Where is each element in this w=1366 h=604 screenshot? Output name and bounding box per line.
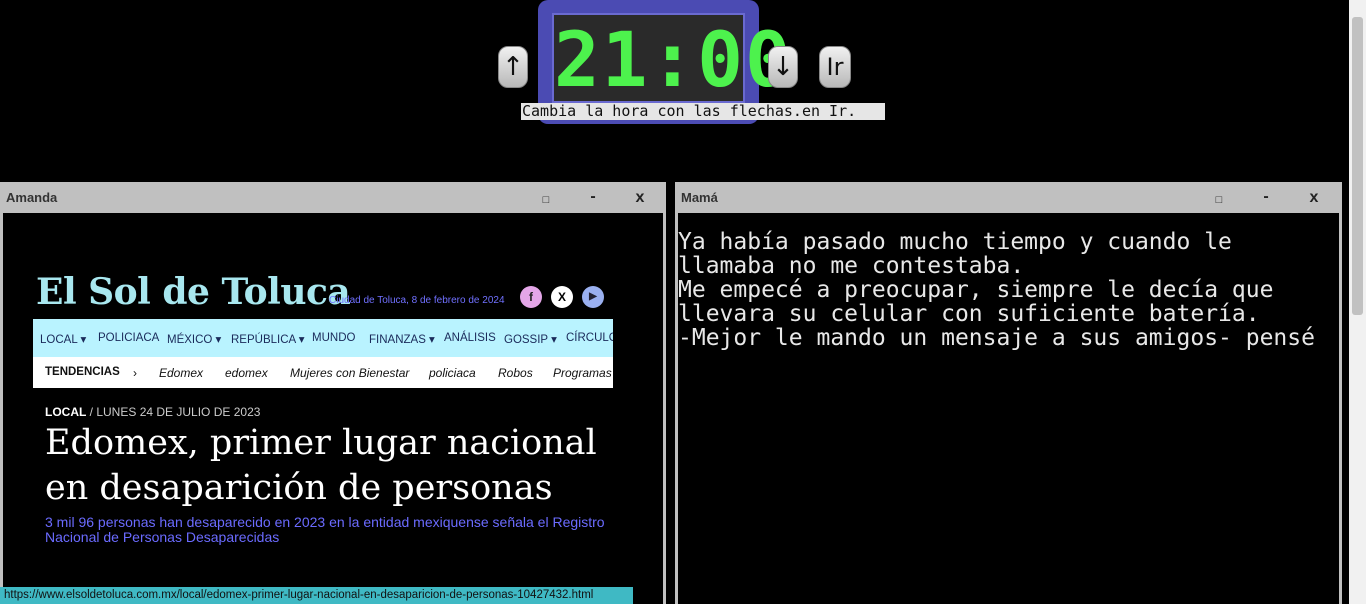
trend-link[interactable]: Edomex bbox=[159, 366, 203, 380]
site-dateline: Ciudad de Toluca, 8 de febrero de 2024 bbox=[329, 295, 505, 306]
minimize-button[interactable]: - bbox=[583, 188, 603, 208]
window-titlebar[interactable]: Mamá □ - x bbox=[675, 182, 1342, 213]
x-twitter-icon[interactable]: X bbox=[551, 286, 573, 308]
trend-link[interactable]: Programas bbox=[553, 366, 612, 380]
youtube-icon[interactable]: ▶ bbox=[582, 286, 604, 308]
chevron-right-icon: › bbox=[133, 366, 137, 380]
nav-item-circulo[interactable]: CÍRCULO bbox=[566, 332, 613, 344]
nav-item-finanzas[interactable]: FINANZAS ▾ bbox=[369, 332, 435, 346]
hour-down-button[interactable]: ↓ bbox=[768, 46, 798, 88]
nav-item-gossip[interactable]: GOSSIP ▾ bbox=[504, 332, 557, 346]
status-url: https://www.elsoldetoluca.com.mx/local/e… bbox=[0, 587, 633, 604]
trend-link[interactable]: policiaca bbox=[429, 366, 476, 380]
story-view: Ya había pasado mucho tiempo y cuando le… bbox=[678, 213, 1339, 604]
nav-item-local[interactable]: LOCAL ▾ bbox=[40, 332, 86, 346]
page-scrollbar[interactable] bbox=[1349, 0, 1366, 604]
article-headline: Edomex, primer lugar nacional en desapar… bbox=[45, 423, 597, 508]
nav-item-mexico[interactable]: MÉXICO ▾ bbox=[167, 332, 221, 346]
maximize-button[interactable]: □ bbox=[536, 188, 556, 208]
clock-hint: Cambia la hora con las flechas.en Ir. bbox=[521, 103, 885, 120]
window-mama: Mamá □ - x Ya había pasado mucho tiempo … bbox=[675, 182, 1342, 604]
window-title: Amanda bbox=[6, 190, 58, 205]
trend-link[interactable]: Robos bbox=[498, 366, 533, 380]
story-text: Ya había pasado mucho tiempo y cuando le… bbox=[678, 229, 1315, 351]
nav-item-mundo[interactable]: MUNDO bbox=[312, 332, 355, 344]
close-button[interactable]: x bbox=[630, 188, 650, 208]
main-nav: LOCAL ▾ POLICIACA MÉXICO ▾ REPÚBLICA ▾ M… bbox=[33, 319, 613, 357]
facebook-icon[interactable]: f bbox=[520, 286, 542, 308]
scrollbar-thumb[interactable] bbox=[1352, 17, 1363, 315]
window-titlebar[interactable]: Amanda □ - x bbox=[0, 182, 666, 213]
window-amanda: Amanda □ - x El Sol de Toluca Ciudad de … bbox=[0, 182, 666, 604]
maximize-button[interactable]: □ bbox=[1209, 188, 1229, 208]
site-logo[interactable]: El Sol de Toluca bbox=[36, 271, 351, 313]
article-date: / LUNES 24 DE JULIO DE 2023 bbox=[89, 405, 261, 419]
nav-item-analisis[interactable]: ANÁLISIS bbox=[444, 332, 496, 344]
trend-link[interactable]: edomex bbox=[225, 366, 268, 380]
browser-view: El Sol de Toluca Ciudad de Toluca, 8 de … bbox=[3, 213, 663, 604]
article-summary: 3 mil 96 personas han desaparecido en 20… bbox=[45, 514, 605, 545]
window-title: Mamá bbox=[681, 190, 718, 205]
trending-bar: TENDENCIAS › Edomex edomex Mujeres con B… bbox=[33, 357, 613, 388]
article-kicker: LOCAL / LUNES 24 DE JULIO DE 2023 bbox=[45, 405, 260, 419]
trend-link[interactable]: Mujeres con Bienestar bbox=[290, 366, 409, 380]
nav-item-policiaca[interactable]: POLICIACA bbox=[98, 332, 159, 344]
close-button[interactable]: x bbox=[1304, 188, 1324, 208]
nav-item-republica[interactable]: REPÚBLICA ▾ bbox=[231, 332, 305, 346]
article-section[interactable]: LOCAL bbox=[45, 405, 86, 419]
clock-display: 21:00 bbox=[552, 13, 793, 104]
clock-time: 21:00 bbox=[554, 15, 793, 104]
trending-label: TENDENCIAS bbox=[45, 366, 120, 378]
hour-up-button[interactable]: ↑ bbox=[498, 46, 528, 88]
go-button[interactable]: Ir bbox=[819, 46, 851, 88]
minimize-button[interactable]: - bbox=[1256, 188, 1276, 208]
